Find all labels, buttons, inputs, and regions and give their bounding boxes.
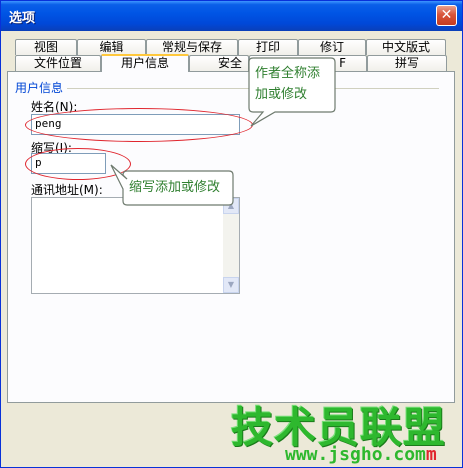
close-icon: ✕ <box>440 7 453 23</box>
group-title: 用户信息 <box>15 81 64 95</box>
tab-label: 编辑 <box>99 40 124 54</box>
scroll-down-arrow-icon[interactable]: ▼ <box>223 277 239 293</box>
tab-print[interactable]: 打印 <box>238 39 298 55</box>
window-title: 选项 <box>9 11 36 26</box>
watermark-url-tail: m <box>425 444 437 465</box>
address-label: 通讯地址(M): <box>31 183 103 197</box>
tab-track-changes[interactable]: 修订 <box>298 39 366 55</box>
tab-asian-typography[interactable]: 中文版式 <box>366 39 446 55</box>
name-field-highlight <box>25 108 253 142</box>
tab-label: 中文版式 <box>381 40 430 54</box>
callout-line: 加或修改 <box>255 87 308 102</box>
tab-edit[interactable]: 编辑 <box>77 39 146 55</box>
tab-label: 视图 <box>33 40 58 54</box>
initials-callout-text: 缩写添加或修改 <box>129 180 221 195</box>
watermark-url: www.jsgho.comm <box>285 444 437 465</box>
options-dialog: 选项 ✕ 视图 编辑 常规与保存 打印 修订 中文版式 文件位置 用户信息 安全… <box>0 0 463 468</box>
tab-user-info[interactable]: 用户信息 <box>101 54 189 72</box>
title-bar: 选项 ✕ <box>1 1 462 31</box>
tab-spelling[interactable]: 拼写 <box>367 55 447 71</box>
tab-label: 文件位置 <box>33 56 82 70</box>
tab-label: 打印 <box>255 40 280 54</box>
tab-label: 拼写 <box>394 56 419 70</box>
name-callout-text: 作者全称添 加或修改 <box>255 63 320 105</box>
watermark-url-main: www.jsgho.com <box>285 444 426 465</box>
tab-label: 修订 <box>319 40 344 54</box>
tab-view[interactable]: 视图 <box>15 39 77 55</box>
callout-line: 作者全称添 <box>255 66 321 81</box>
tab-label: 常规与保存 <box>161 40 222 54</box>
tab-file-locations[interactable]: 文件位置 <box>15 55 101 71</box>
tab-general-save[interactable]: 常规与保存 <box>146 39 238 55</box>
tab-label: 用户信息 <box>120 56 169 70</box>
close-button[interactable]: ✕ <box>436 5 457 26</box>
